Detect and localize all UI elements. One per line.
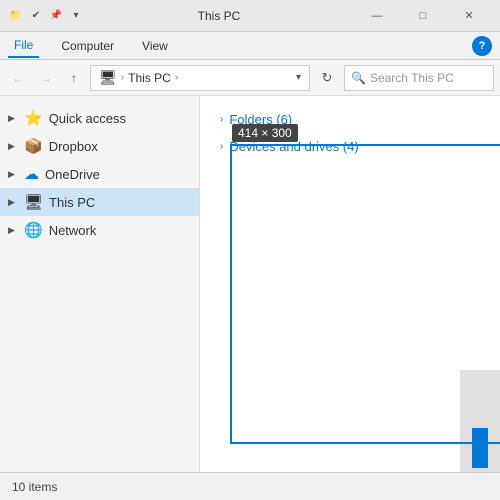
address-path[interactable]: 🖥 › This PC › ▾ [90,65,310,91]
path-computer-icon: 🖥 [99,69,117,86]
expand-arrow-network: ▶ [8,225,15,236]
search-icon: 🔍 [351,71,366,85]
help-button[interactable]: ? [472,36,492,56]
main-content: ▶ ⭐ Quick access ▶ 📦 Dropbox ▶ ☁ OneDriv… [0,96,500,472]
section-drives[interactable]: › Devices and drives (4) [220,139,480,154]
expand-arrow-dropbox: ▶ [8,141,15,152]
ribbon-tab-computer[interactable]: Computer [55,35,120,57]
quick-access-icon: ⭐ [24,109,43,127]
sidebar-item-quick-access[interactable]: ▶ ⭐ Quick access [0,104,199,132]
back-button[interactable]: ← [6,66,30,90]
maximize-button[interactable]: □ [400,0,446,32]
sidebar-label-network: Network [49,223,97,238]
address-bar: ← → ↑ 🖥 › This PC › ▾ ↻ 🔍 Search This PC [0,60,500,96]
refresh-button[interactable]: ↻ [314,65,340,91]
ribbon-tab-view[interactable]: View [136,35,174,57]
this-pc-icon: 🖥 [24,193,43,211]
path-label: This PC [128,71,171,85]
title-bar-icons: 📁 ✔ 📌 ▾ [8,8,84,24]
expand-arrow-onedrive: ▶ [8,169,15,180]
dropdown-icon: ▾ [68,8,84,24]
dropbox-icon: 📦 [24,137,43,155]
section-drives-label: Devices and drives (4) [229,139,358,154]
scroll-panel [460,370,500,472]
file-area: 414 × 300 › Folders (6) › Devices and dr… [200,96,500,472]
onedrive-icon: ☁ [24,165,39,183]
path-chevron-2: › [175,72,178,83]
close-button[interactable]: ✕ [446,0,492,32]
sidebar: ▶ ⭐ Quick access ▶ 📦 Dropbox ▶ ☁ OneDriv… [0,96,200,472]
path-chevron-1: › [121,72,124,83]
section-chevron-folders: › [220,114,223,125]
ribbon: File Computer View ? [0,32,500,60]
sidebar-label-dropbox: Dropbox [49,139,98,154]
sidebar-item-network[interactable]: ▶ 🌐 Network [0,216,199,244]
search-placeholder: Search This PC [370,71,454,85]
sidebar-item-this-pc[interactable]: ▶ 🖥 This PC [0,188,199,216]
title-bar-controls: — □ ✕ [354,0,492,32]
app-icon: 📁 [8,8,24,24]
sidebar-item-onedrive[interactable]: ▶ ☁ OneDrive [0,160,199,188]
title-bar: 📁 ✔ 📌 ▾ This PC — □ ✕ [0,0,500,32]
sidebar-item-dropbox[interactable]: ▶ 📦 Dropbox [0,132,199,160]
quick-access-icon: ✔ [28,8,44,24]
expand-arrow-quick-access: ▶ [8,113,15,124]
forward-button[interactable]: → [34,66,58,90]
up-button[interactable]: ↑ [62,66,86,90]
search-box[interactable]: 🔍 Search This PC [344,65,494,91]
sidebar-label-this-pc: This PC [49,195,95,210]
sidebar-label-onedrive: OneDrive [45,167,100,182]
sidebar-label-quick-access: Quick access [49,111,126,126]
expand-arrow-this-pc: ▶ [8,197,15,208]
item-count: 10 items [12,480,57,494]
status-bar: 10 items [0,472,500,500]
section-chevron-drives: › [220,141,223,152]
section-folders[interactable]: › Folders (6) [220,112,480,127]
window-title: This PC [84,9,354,23]
scroll-track[interactable] [472,428,488,468]
network-icon: 🌐 [24,221,43,239]
minimize-button[interactable]: — [354,0,400,32]
pin-icon: 📌 [48,8,64,24]
section-folders-label: Folders (6) [229,112,292,127]
ribbon-tab-file[interactable]: File [8,34,39,58]
path-dropdown-arrow[interactable]: ▾ [296,72,301,83]
